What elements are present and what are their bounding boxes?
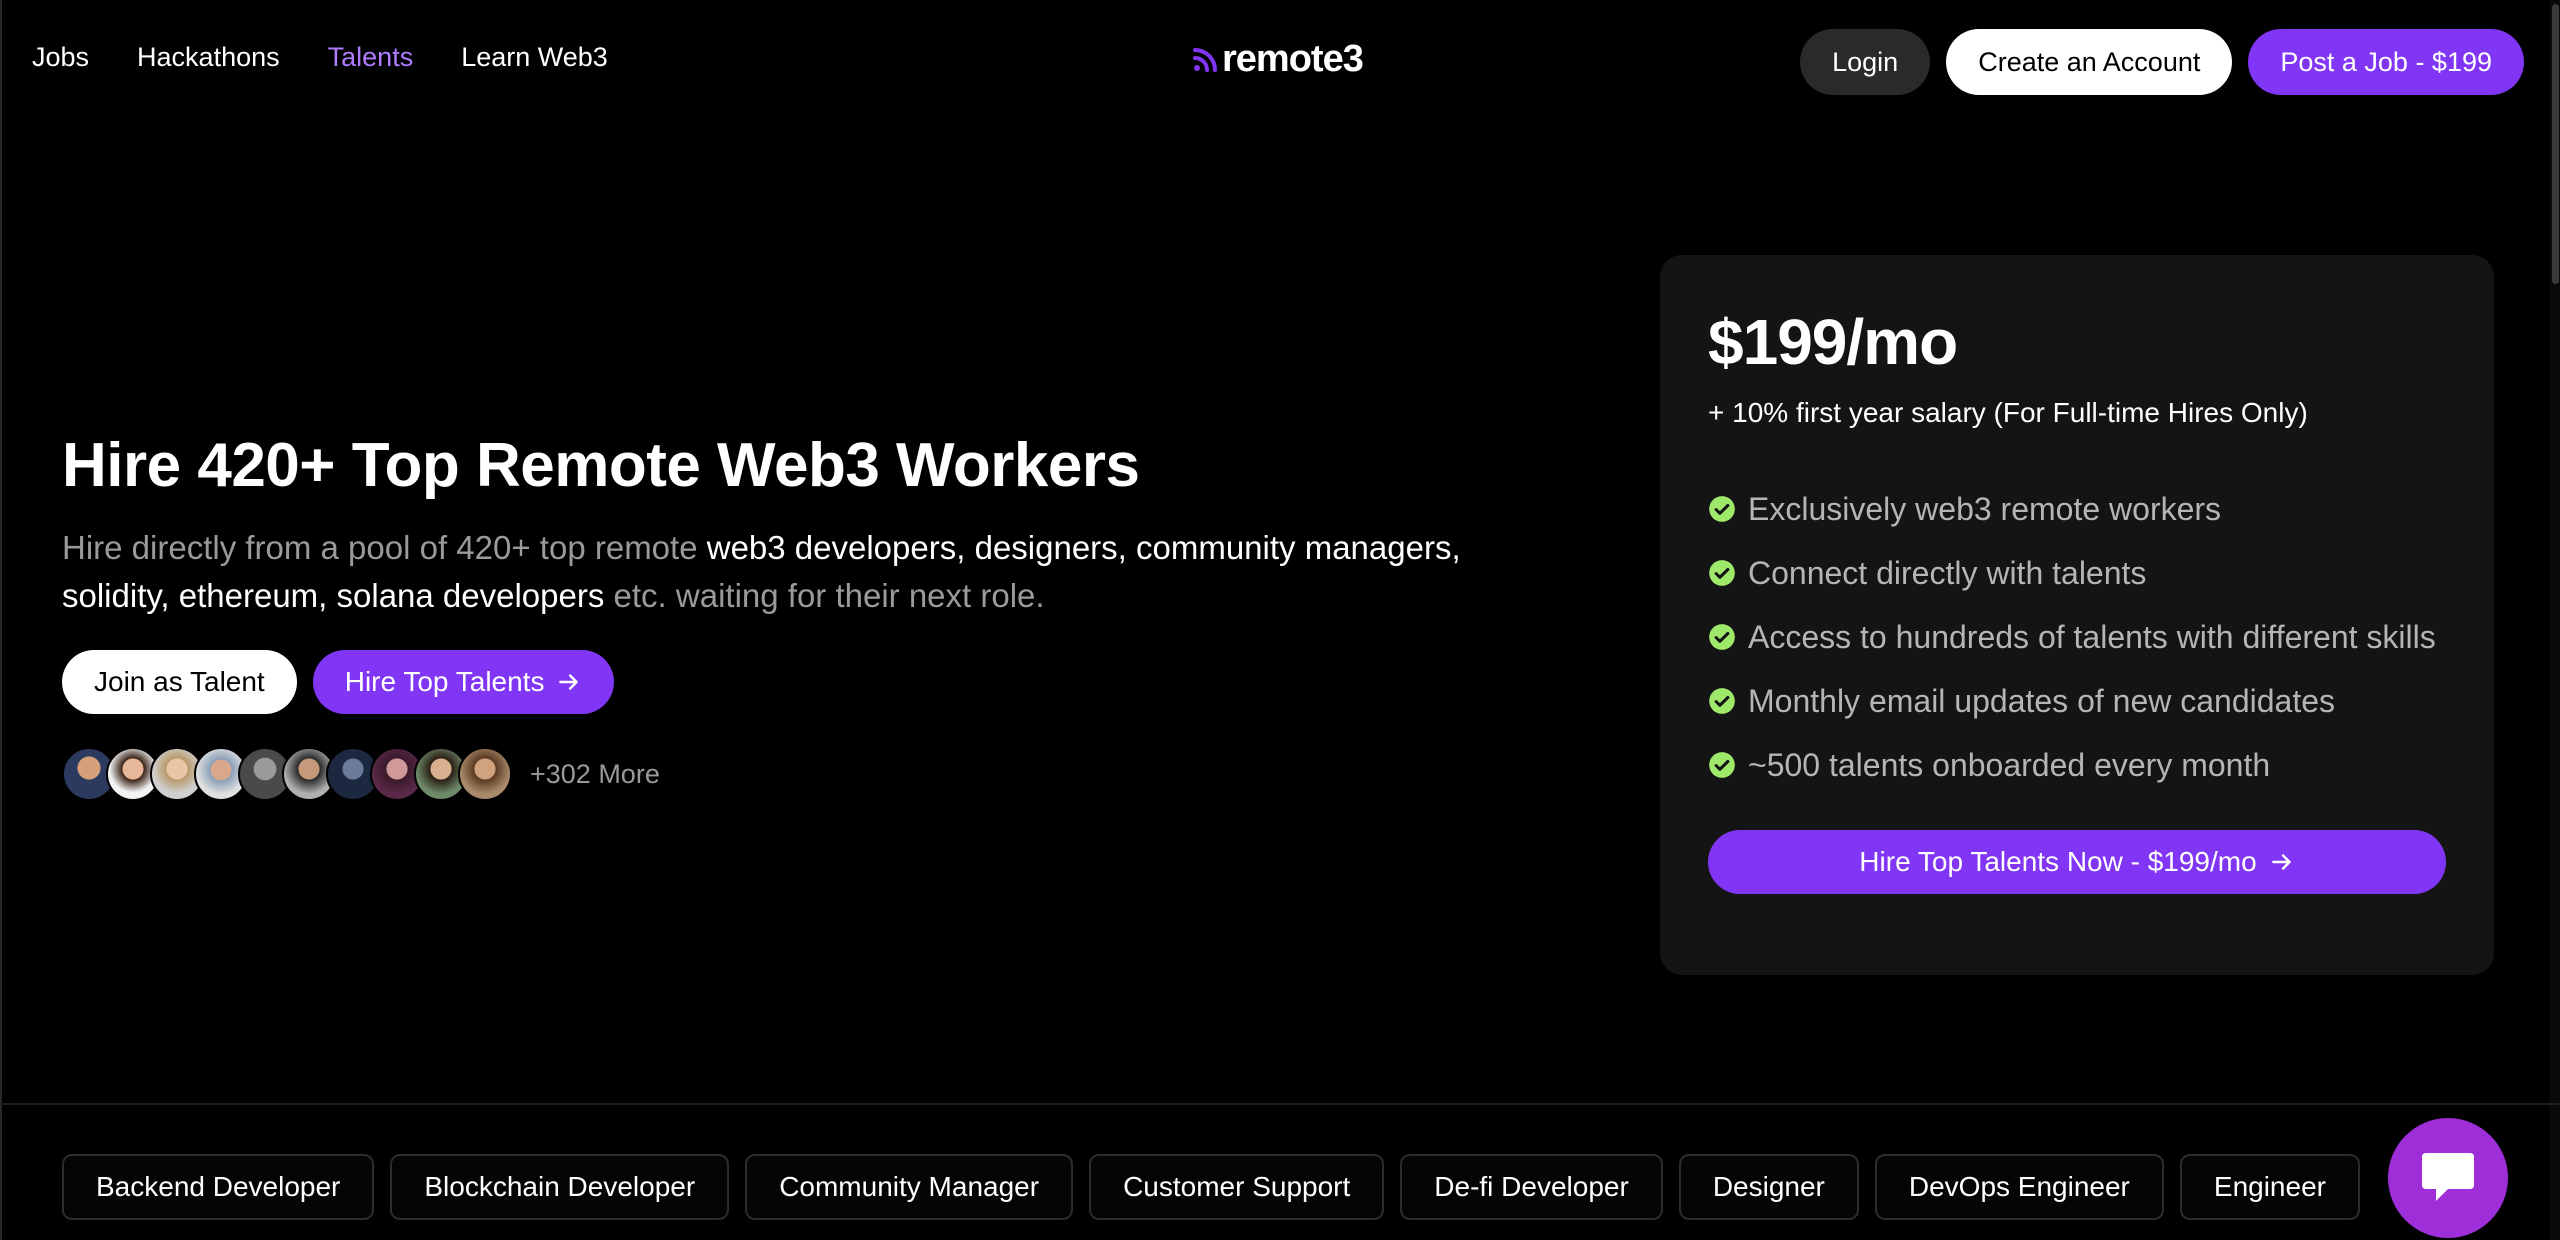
nav-link-learn-web3[interactable]: Learn Web3 bbox=[461, 42, 608, 73]
feature-list: Exclusively web3 remote workers Connect … bbox=[1708, 477, 2436, 797]
check-circle-icon bbox=[1709, 560, 1735, 586]
more-talents-count: +302 More bbox=[530, 758, 660, 789]
hire-now-label: Hire Top Talents Now - $199/mo bbox=[1859, 846, 2257, 877]
category-chip-defi-developer[interactable]: De-fi Developer bbox=[1400, 1154, 1663, 1220]
price-note: + 10% first year salary (For Full-time H… bbox=[1708, 397, 2308, 428]
nav-actions: Login Create an Account Post a Job - $19… bbox=[1800, 29, 2524, 95]
talent-avatars: +302 More bbox=[62, 747, 660, 801]
top-navigation: Jobs Hackathons Talents Learn Web3 remot… bbox=[0, 0, 2560, 125]
hero-buttons: Join as Talent Hire Top Talents bbox=[62, 650, 615, 714]
create-account-button[interactable]: Create an Account bbox=[1946, 29, 2233, 95]
category-chip-devops-engineer[interactable]: DevOps Engineer bbox=[1874, 1154, 2164, 1220]
login-button[interactable]: Login bbox=[1800, 29, 1931, 95]
category-chip-engineer[interactable]: Engineer bbox=[2179, 1154, 2360, 1220]
category-chip-backend-developer[interactable]: Backend Developer bbox=[62, 1154, 375, 1220]
feature-item: Exclusively web3 remote workers bbox=[1708, 477, 2436, 541]
hero-title: Hire 420+ Top Remote Web3 Workers bbox=[62, 431, 1140, 500]
check-circle-icon bbox=[1709, 752, 1735, 778]
window-border bbox=[0, 0, 2, 1240]
arrow-right-icon bbox=[559, 674, 579, 690]
hero-subtitle: Hire directly from a pool of 420+ top re… bbox=[62, 524, 1482, 620]
chat-button[interactable] bbox=[2388, 1118, 2508, 1238]
check-circle-icon bbox=[1709, 496, 1735, 522]
subtitle-text-end: etc. waiting for their next role. bbox=[604, 577, 1045, 614]
logo-text: remote3 bbox=[1222, 38, 1364, 80]
nav-links: Jobs Hackathons Talents Learn Web3 bbox=[32, 42, 608, 73]
nav-link-jobs[interactable]: Jobs bbox=[32, 42, 89, 73]
chat-icon bbox=[2422, 1153, 2474, 1201]
category-chip-designer[interactable]: Designer bbox=[1678, 1154, 1859, 1220]
feature-label: ~500 talents onboarded every month bbox=[1748, 746, 2271, 783]
feature-item: Monthly email updates of new candidates bbox=[1708, 669, 2436, 733]
section-divider bbox=[0, 1103, 2560, 1105]
join-as-talent-label: Join as Talent bbox=[94, 666, 265, 697]
feature-label: Monthly email updates of new candidates bbox=[1748, 682, 2336, 719]
hire-top-talents-button[interactable]: Hire Top Talents bbox=[312, 650, 615, 714]
price: $199/mo bbox=[1708, 306, 1958, 378]
subtitle-text: Hire directly from a pool of 420+ top re… bbox=[62, 529, 707, 566]
signal-icon bbox=[1193, 47, 1217, 72]
feature-label: Access to hundreds of talents with diffe… bbox=[1748, 618, 2436, 655]
hire-top-talents-label: Hire Top Talents bbox=[344, 666, 545, 697]
feature-item: Connect directly with talents bbox=[1708, 541, 2436, 605]
check-circle-icon bbox=[1709, 688, 1735, 714]
feature-item: Access to hundreds of talents with diffe… bbox=[1708, 605, 2436, 669]
category-chip-customer-support[interactable]: Customer Support bbox=[1089, 1154, 1385, 1220]
category-chip-community-manager[interactable]: Community Manager bbox=[745, 1154, 1074, 1220]
check-circle-icon bbox=[1709, 624, 1735, 650]
nav-link-talents[interactable]: Talents bbox=[328, 42, 414, 73]
logo[interactable]: remote3 bbox=[1192, 38, 1364, 81]
pricing-card: $199/mo + 10% first year salary (For Ful… bbox=[1660, 255, 2494, 975]
join-as-talent-button[interactable]: Join as Talent bbox=[62, 650, 297, 714]
category-chip-blockchain-developer[interactable]: Blockchain Developer bbox=[390, 1154, 730, 1220]
hire-now-button[interactable]: Hire Top Talents Now - $199/mo bbox=[1708, 830, 2446, 894]
feature-label: Connect directly with talents bbox=[1748, 554, 2147, 591]
avatar[interactable] bbox=[458, 747, 512, 801]
feature-label: Exclusively web3 remote workers bbox=[1748, 490, 2222, 527]
feature-item: ~500 talents onboarded every month bbox=[1708, 733, 2436, 797]
arrow-right-icon bbox=[2271, 854, 2291, 870]
category-chips: Backend Developer Blockchain Developer C… bbox=[62, 1154, 2360, 1220]
post-job-button[interactable]: Post a Job - $199 bbox=[2248, 29, 2524, 95]
scrollbar[interactable] bbox=[2550, 0, 2560, 1240]
nav-link-hackathons[interactable]: Hackathons bbox=[137, 42, 280, 73]
